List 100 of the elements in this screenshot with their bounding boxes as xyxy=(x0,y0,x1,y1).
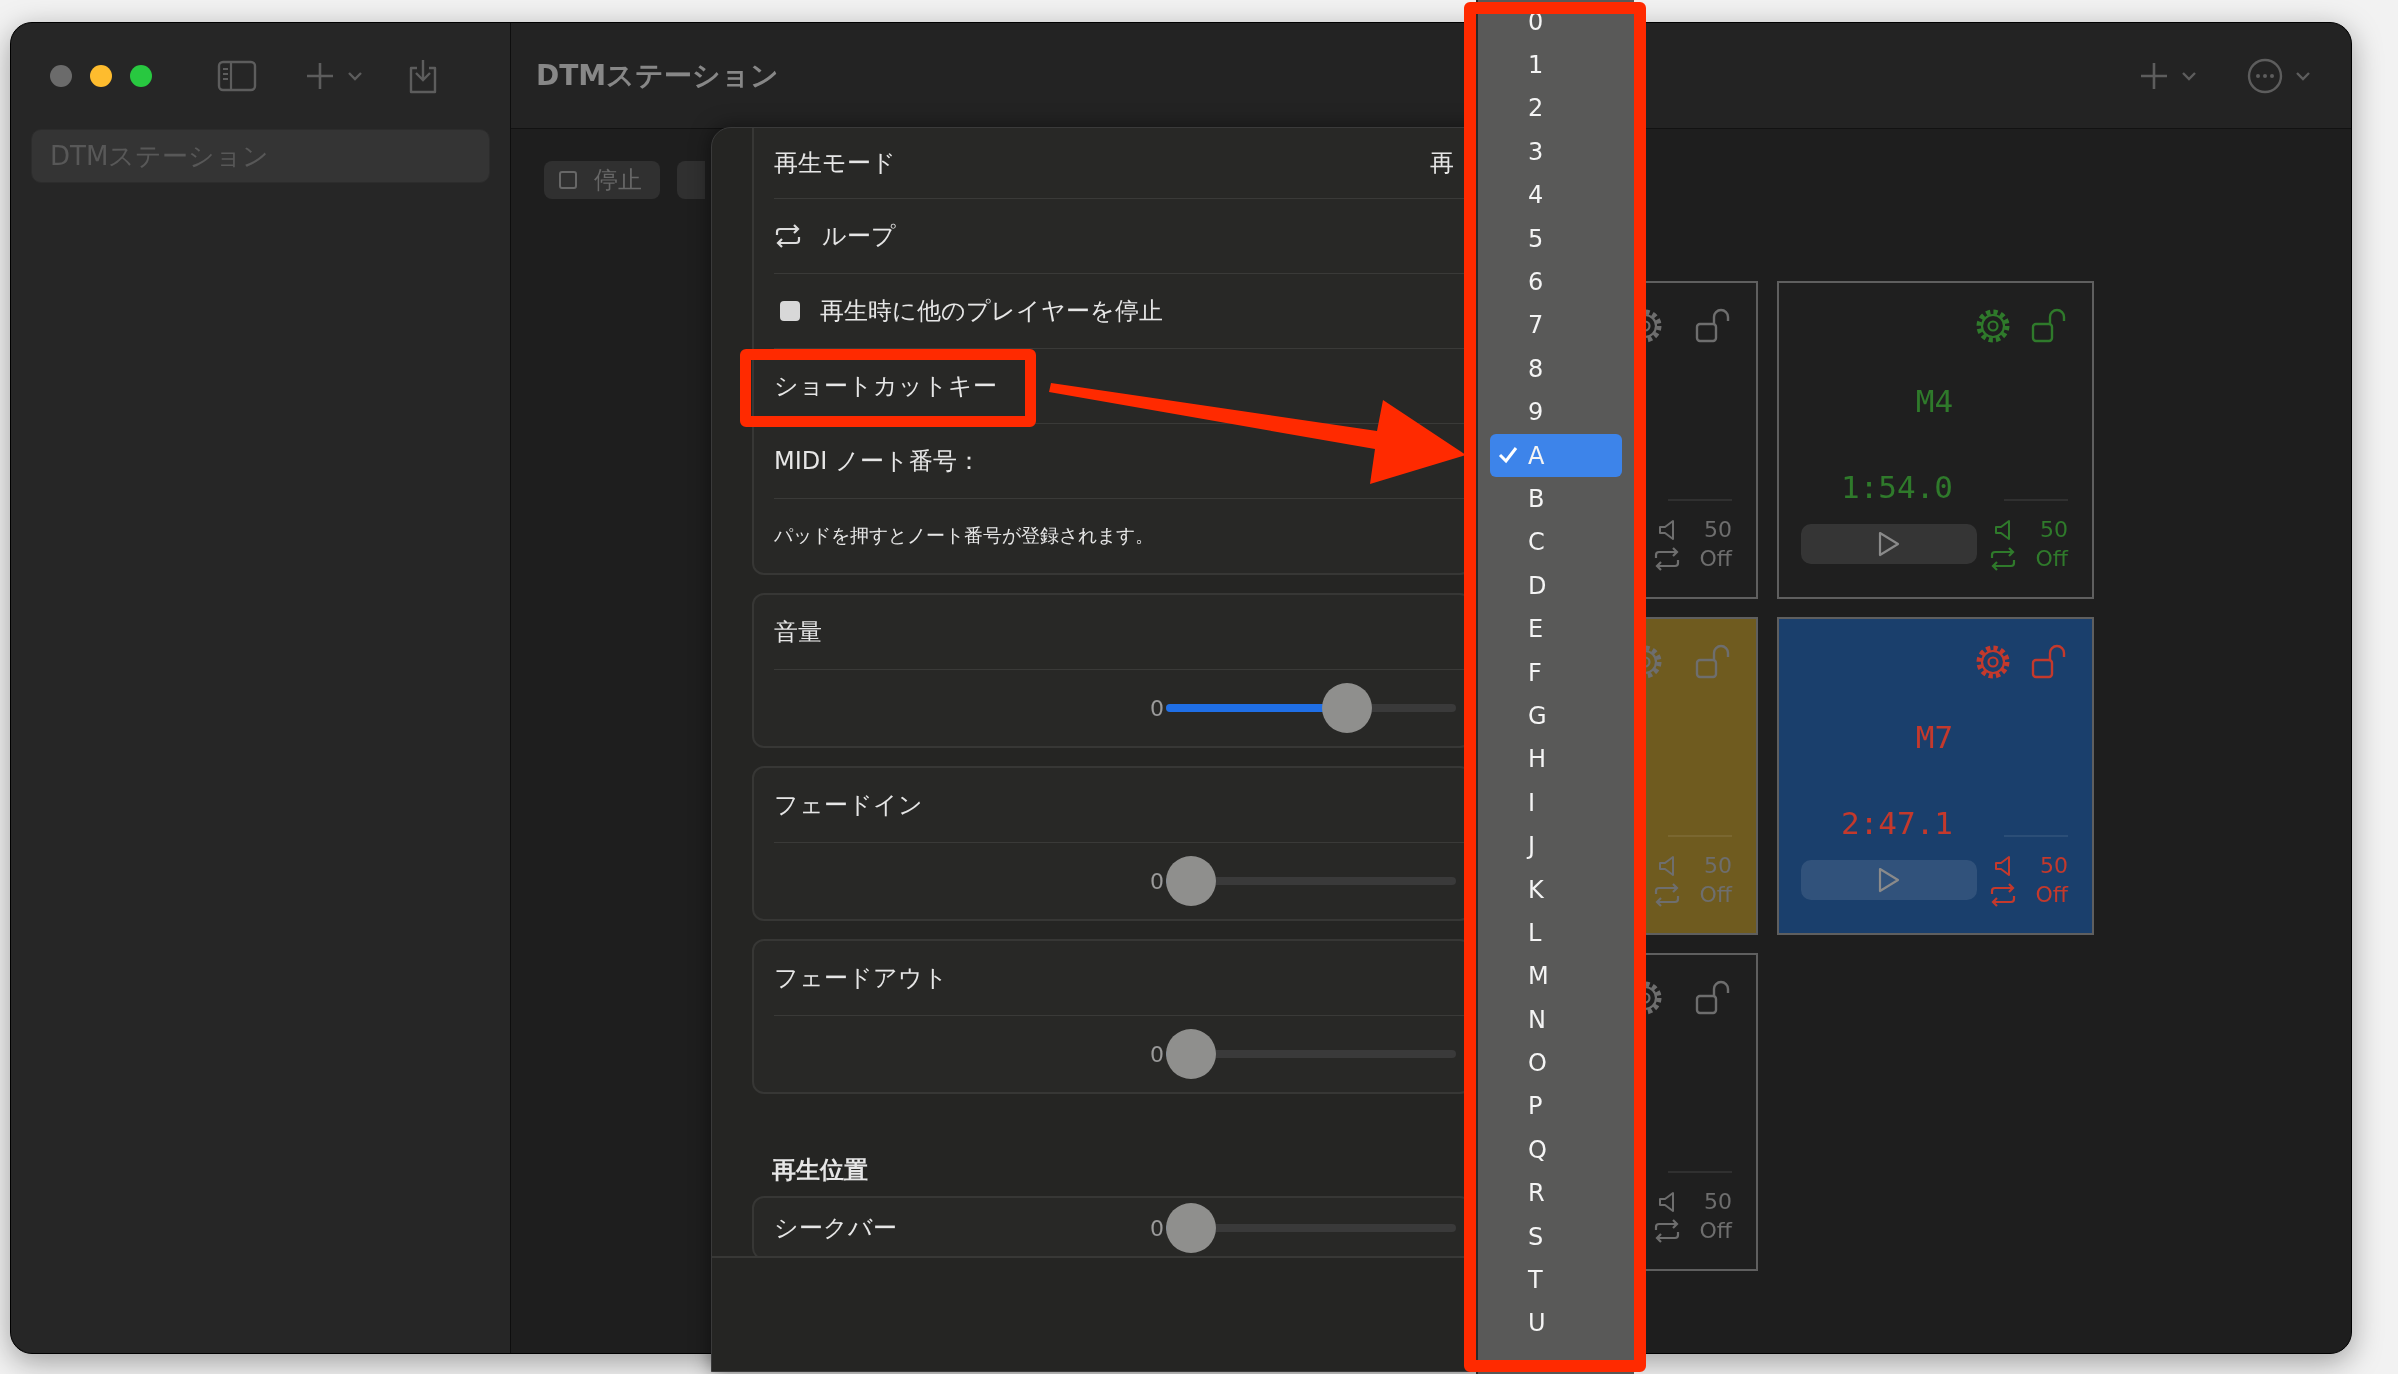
pad-name: M4 xyxy=(1915,383,1954,419)
open-lock-icon[interactable] xyxy=(2030,643,2068,681)
hint-text: パッドを押すとノート番号が登録されます。 xyxy=(774,523,1154,548)
zoom-button[interactable] xyxy=(130,65,152,87)
menu-item[interactable]: 1 xyxy=(1490,43,1622,87)
menu-item[interactable]: C xyxy=(1490,520,1622,565)
menu-item[interactable]: L xyxy=(1490,911,1622,955)
slider-track[interactable] xyxy=(1166,683,1456,733)
loop-status: Off xyxy=(2035,546,2068,571)
menu-item[interactable]: 2 xyxy=(1490,86,1622,131)
minimize-button[interactable] xyxy=(90,65,112,87)
pad-tile[interactable]: 50 Off xyxy=(1645,953,1758,1271)
slider-thumb[interactable] xyxy=(1322,683,1372,733)
gear-icon[interactable] xyxy=(1645,307,1664,345)
menu-item[interactable]: S xyxy=(1490,1214,1622,1259)
menu-item[interactable]: E xyxy=(1490,607,1622,651)
loop-icon xyxy=(1653,1218,1681,1243)
setting-value[interactable]: 再 xyxy=(1430,147,1454,179)
chevron-down-icon[interactable] xyxy=(2181,70,2197,81)
loop-icon xyxy=(774,224,802,248)
chevron-down-icon[interactable] xyxy=(347,71,363,81)
ellipsis-circle-icon[interactable] xyxy=(2247,57,2283,94)
play-icon xyxy=(1877,867,1901,893)
loop-status: Off xyxy=(1699,546,1732,571)
menu-item[interactable]: 7 xyxy=(1490,303,1622,348)
menu-item[interactable]: P xyxy=(1490,1084,1622,1129)
slider-min-label: 0 xyxy=(1150,1041,1164,1067)
setting-label: フェードアウト xyxy=(774,963,948,994)
menu-item[interactable]: 4 xyxy=(1490,173,1622,217)
slider-track[interactable] xyxy=(1166,1203,1456,1253)
gear-icon[interactable] xyxy=(1974,307,2012,345)
open-lock-icon[interactable] xyxy=(1694,979,1732,1017)
speaker-icon xyxy=(1994,854,2012,877)
square-icon xyxy=(558,170,578,190)
menu-item[interactable]: 9 xyxy=(1490,390,1622,434)
volume-value: 50 xyxy=(1704,853,1732,878)
pad-tile[interactable]: 50 Off xyxy=(1645,281,1758,599)
checkbox[interactable] xyxy=(780,301,800,321)
tray-download-icon[interactable] xyxy=(407,58,439,94)
section-heading: 再生位置 xyxy=(772,1155,868,1186)
speaker-icon xyxy=(1658,518,1676,541)
menu-item[interactable]: K xyxy=(1490,867,1622,912)
menu-item[interactable]: A xyxy=(1490,433,1622,478)
chevron-down-icon[interactable] xyxy=(2295,70,2311,81)
slider-min-label: 0 xyxy=(1150,695,1164,721)
menu-item[interactable]: 3 xyxy=(1490,130,1622,174)
menu-item[interactable]: G xyxy=(1490,694,1622,738)
play-button[interactable] xyxy=(1801,524,1977,564)
open-lock-icon[interactable] xyxy=(1694,307,1732,345)
slider-thumb[interactable] xyxy=(1166,856,1216,906)
setting-label: ショートカットキー xyxy=(774,371,997,402)
speaker-icon xyxy=(1658,854,1676,877)
menu-item[interactable]: 6 xyxy=(1490,260,1622,304)
play-icon xyxy=(1877,531,1901,557)
setting-label: ループ xyxy=(822,221,896,252)
menu-item[interactable]: 8 xyxy=(1490,347,1622,391)
menu-item[interactable]: M xyxy=(1490,954,1622,998)
menu-item[interactable]: D xyxy=(1490,564,1622,608)
checkbox-label: 再生時に他のプレイヤーを停止 xyxy=(820,296,1163,327)
setting-label: 再生モード xyxy=(774,148,896,179)
loop-status: Off xyxy=(1699,882,1732,907)
menu-item[interactable]: U xyxy=(1490,1301,1622,1346)
menu-item[interactable]: T xyxy=(1490,1258,1622,1302)
gear-icon[interactable] xyxy=(1974,643,2012,681)
loop-status: Off xyxy=(2035,882,2068,907)
menu-item[interactable]: N xyxy=(1490,998,1622,1042)
speaker-icon xyxy=(1994,518,2012,541)
menu-item[interactable]: 5 xyxy=(1490,216,1622,261)
open-lock-icon[interactable] xyxy=(2030,307,2068,345)
setting-label: フェードイン xyxy=(774,790,923,821)
close-button[interactable] xyxy=(50,65,72,87)
volume-value: 50 xyxy=(1704,517,1732,542)
setting-label: MIDI ノート番号： xyxy=(774,446,981,477)
menu-item[interactable]: R xyxy=(1490,1171,1622,1215)
menu-item[interactable]: O xyxy=(1490,1041,1622,1085)
setting-label: 音量 xyxy=(774,617,822,648)
plus-icon[interactable] xyxy=(305,61,335,91)
slider-track[interactable] xyxy=(1166,856,1456,906)
slider-track[interactable] xyxy=(1166,1029,1456,1079)
setting-label: シークバー xyxy=(774,1213,897,1244)
loop-icon xyxy=(1653,546,1681,571)
slider-min-label: 0 xyxy=(1150,1215,1164,1241)
menu-item[interactable]: B xyxy=(1490,477,1622,521)
sidebar-toggle-icon[interactable] xyxy=(217,60,257,92)
plus-icon[interactable] xyxy=(2139,60,2169,91)
slider-thumb[interactable] xyxy=(1166,1203,1216,1253)
menu-item[interactable]: I xyxy=(1490,781,1622,825)
menu-item[interactable]: J xyxy=(1490,824,1622,868)
menu-item[interactable]: Q xyxy=(1490,1128,1622,1172)
slider-thumb[interactable] xyxy=(1166,1029,1216,1079)
pad-name: M7 xyxy=(1915,719,1954,755)
gear-icon[interactable] xyxy=(1645,979,1664,1017)
loop-status: Off xyxy=(1699,1218,1732,1243)
loop-icon xyxy=(1653,882,1681,907)
volume-value: 50 xyxy=(2040,517,2068,542)
loop-icon xyxy=(1989,546,2017,571)
volume-value: 50 xyxy=(2040,853,2068,878)
pad-time: 1:54.0 xyxy=(1840,469,1953,505)
menu-item[interactable]: F xyxy=(1490,650,1622,695)
menu-item[interactable]: H xyxy=(1490,737,1622,782)
